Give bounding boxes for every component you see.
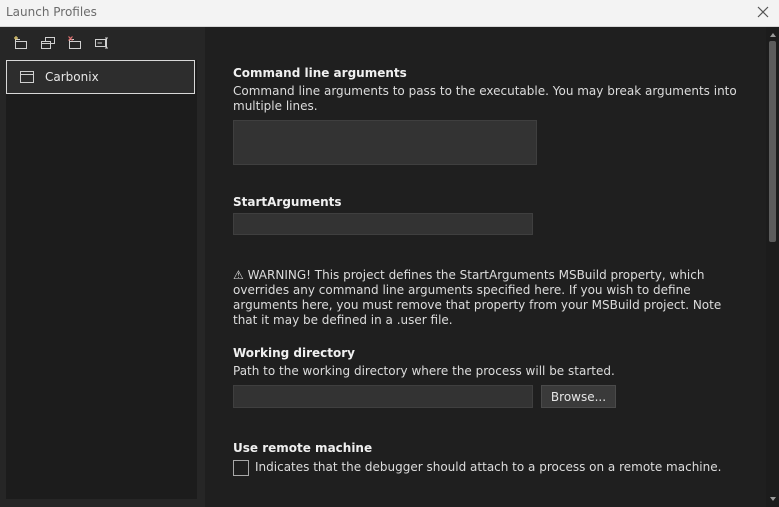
new-profile-icon <box>14 36 27 49</box>
vertical-scrollbar[interactable] <box>766 27 779 507</box>
browse-button[interactable]: Browse... <box>541 385 616 408</box>
duplicate-profile-button[interactable] <box>39 34 57 52</box>
command-line-input[interactable] <box>233 120 537 165</box>
close-icon <box>757 6 769 18</box>
profile-item-carbonix[interactable]: Carbonix <box>6 60 195 94</box>
profile-settings-panel: Command line arguments Command line argu… <box>205 27 766 507</box>
profile-label: Carbonix <box>45 70 99 84</box>
delete-profile-button[interactable] <box>66 34 84 52</box>
scroll-thumb[interactable] <box>769 41 776 242</box>
profiles-toolbar <box>12 34 111 52</box>
working-directory-title: Working directory <box>233 346 355 360</box>
scroll-up-icon[interactable] <box>769 31 777 39</box>
remote-machine-checkbox-label: Indicates that the debugger should attac… <box>255 460 722 474</box>
working-directory-description: Path to the working directory where the … <box>233 364 615 378</box>
working-directory-input[interactable] <box>233 385 533 408</box>
window-icon <box>20 71 34 83</box>
start-arguments-input[interactable] <box>233 213 533 235</box>
warning-text: WARNING! This project defines the StartA… <box>233 268 722 327</box>
rename-profile-button[interactable] <box>93 34 111 52</box>
window-title: Launch Profiles <box>6 5 97 19</box>
new-profile-button[interactable] <box>12 34 30 52</box>
scroll-down-icon[interactable] <box>769 495 777 503</box>
start-arguments-warning: ⚠ WARNING! This project defines the Star… <box>233 268 743 328</box>
command-line-title: Command line arguments <box>233 66 407 80</box>
remote-machine-checkbox[interactable] <box>233 460 249 476</box>
start-arguments-title: StartArguments <box>233 195 342 209</box>
profiles-sidebar: Carbonix <box>0 27 205 507</box>
title-bar: Launch Profiles <box>0 0 779 27</box>
warning-icon: ⚠ <box>233 268 244 282</box>
duplicate-profile-icon <box>41 37 55 49</box>
remote-machine-title: Use remote machine <box>233 441 373 455</box>
rename-profile-icon <box>95 37 108 49</box>
command-line-description: Command line arguments to pass to the ex… <box>233 84 737 113</box>
close-button[interactable] <box>753 2 773 22</box>
delete-profile-icon <box>68 36 81 49</box>
profile-list: Carbonix <box>6 60 197 499</box>
